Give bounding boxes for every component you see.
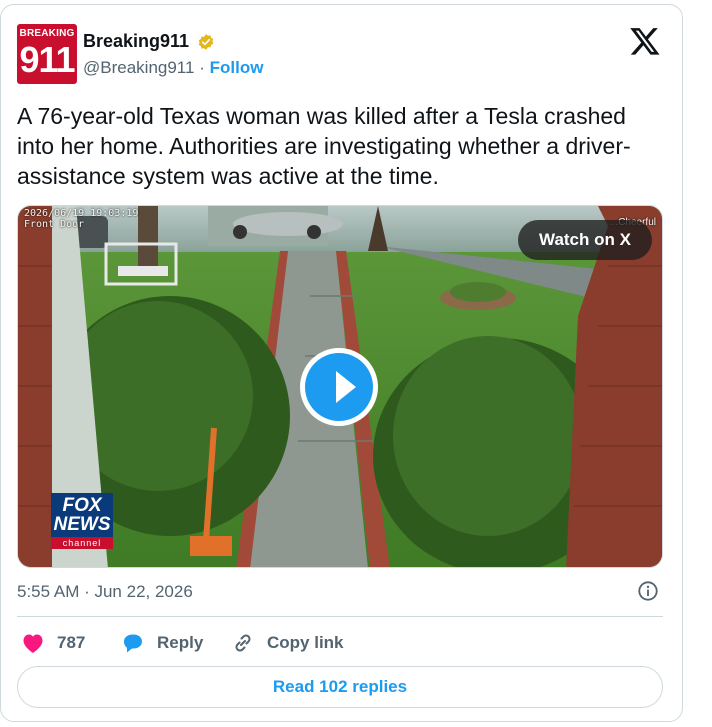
author-name[interactable]: Breaking911 — [83, 31, 189, 52]
avatar[interactable]: BREAKING 911 — [17, 24, 77, 84]
copy-link-button[interactable]: Copy link — [231, 630, 344, 656]
play-button[interactable] — [300, 348, 378, 426]
handle-row: @Breaking911 · Follow — [83, 58, 263, 78]
like-button[interactable]: 787 — [21, 630, 85, 656]
tweet-timestamp[interactable]: 5:55 AM · Jun 22, 2026 — [17, 582, 193, 602]
reply-bubble-icon — [124, 634, 142, 653]
link-icon — [235, 634, 251, 652]
follow-button[interactable]: Follow — [210, 58, 264, 77]
watch-on-x-button[interactable]: Watch on X — [518, 220, 652, 260]
fox-news-watermark: FOX NEWS channel — [51, 493, 113, 551]
watermark-top-text: FOX NEWS — [51, 493, 113, 537]
camera-timestamp: 2026/06/19 19:03:19 — [24, 208, 139, 219]
separator: · — [199, 58, 205, 77]
tweet-card: BREAKING 911 Breaking911 @Breaking911 · … — [0, 4, 683, 722]
tweet-text: A 76-year-old Texas woman was killed aft… — [17, 103, 631, 189]
heart-icon — [23, 634, 43, 653]
avatar-text-number: 911 — [19, 39, 75, 80]
copy-link-label: Copy link — [267, 633, 344, 652]
reply-label: Reply — [157, 633, 204, 652]
read-replies-button[interactable]: Read 102 replies — [17, 666, 663, 708]
video-player[interactable]: 2026/06/19 19:03:19 Front Door ...Cheerf… — [17, 205, 663, 568]
watermark-bottom-text: channel — [51, 537, 113, 549]
like-count: 787 — [57, 633, 86, 652]
info-icon[interactable] — [637, 580, 659, 602]
camera-label: Front Door — [24, 219, 85, 230]
divider — [17, 616, 663, 617]
reply-button[interactable]: Reply — [121, 630, 203, 656]
author-handle[interactable]: @Breaking911 — [83, 58, 194, 77]
x-logo-icon[interactable] — [629, 25, 661, 57]
play-icon — [336, 371, 356, 403]
verified-badge-icon — [198, 34, 214, 50]
